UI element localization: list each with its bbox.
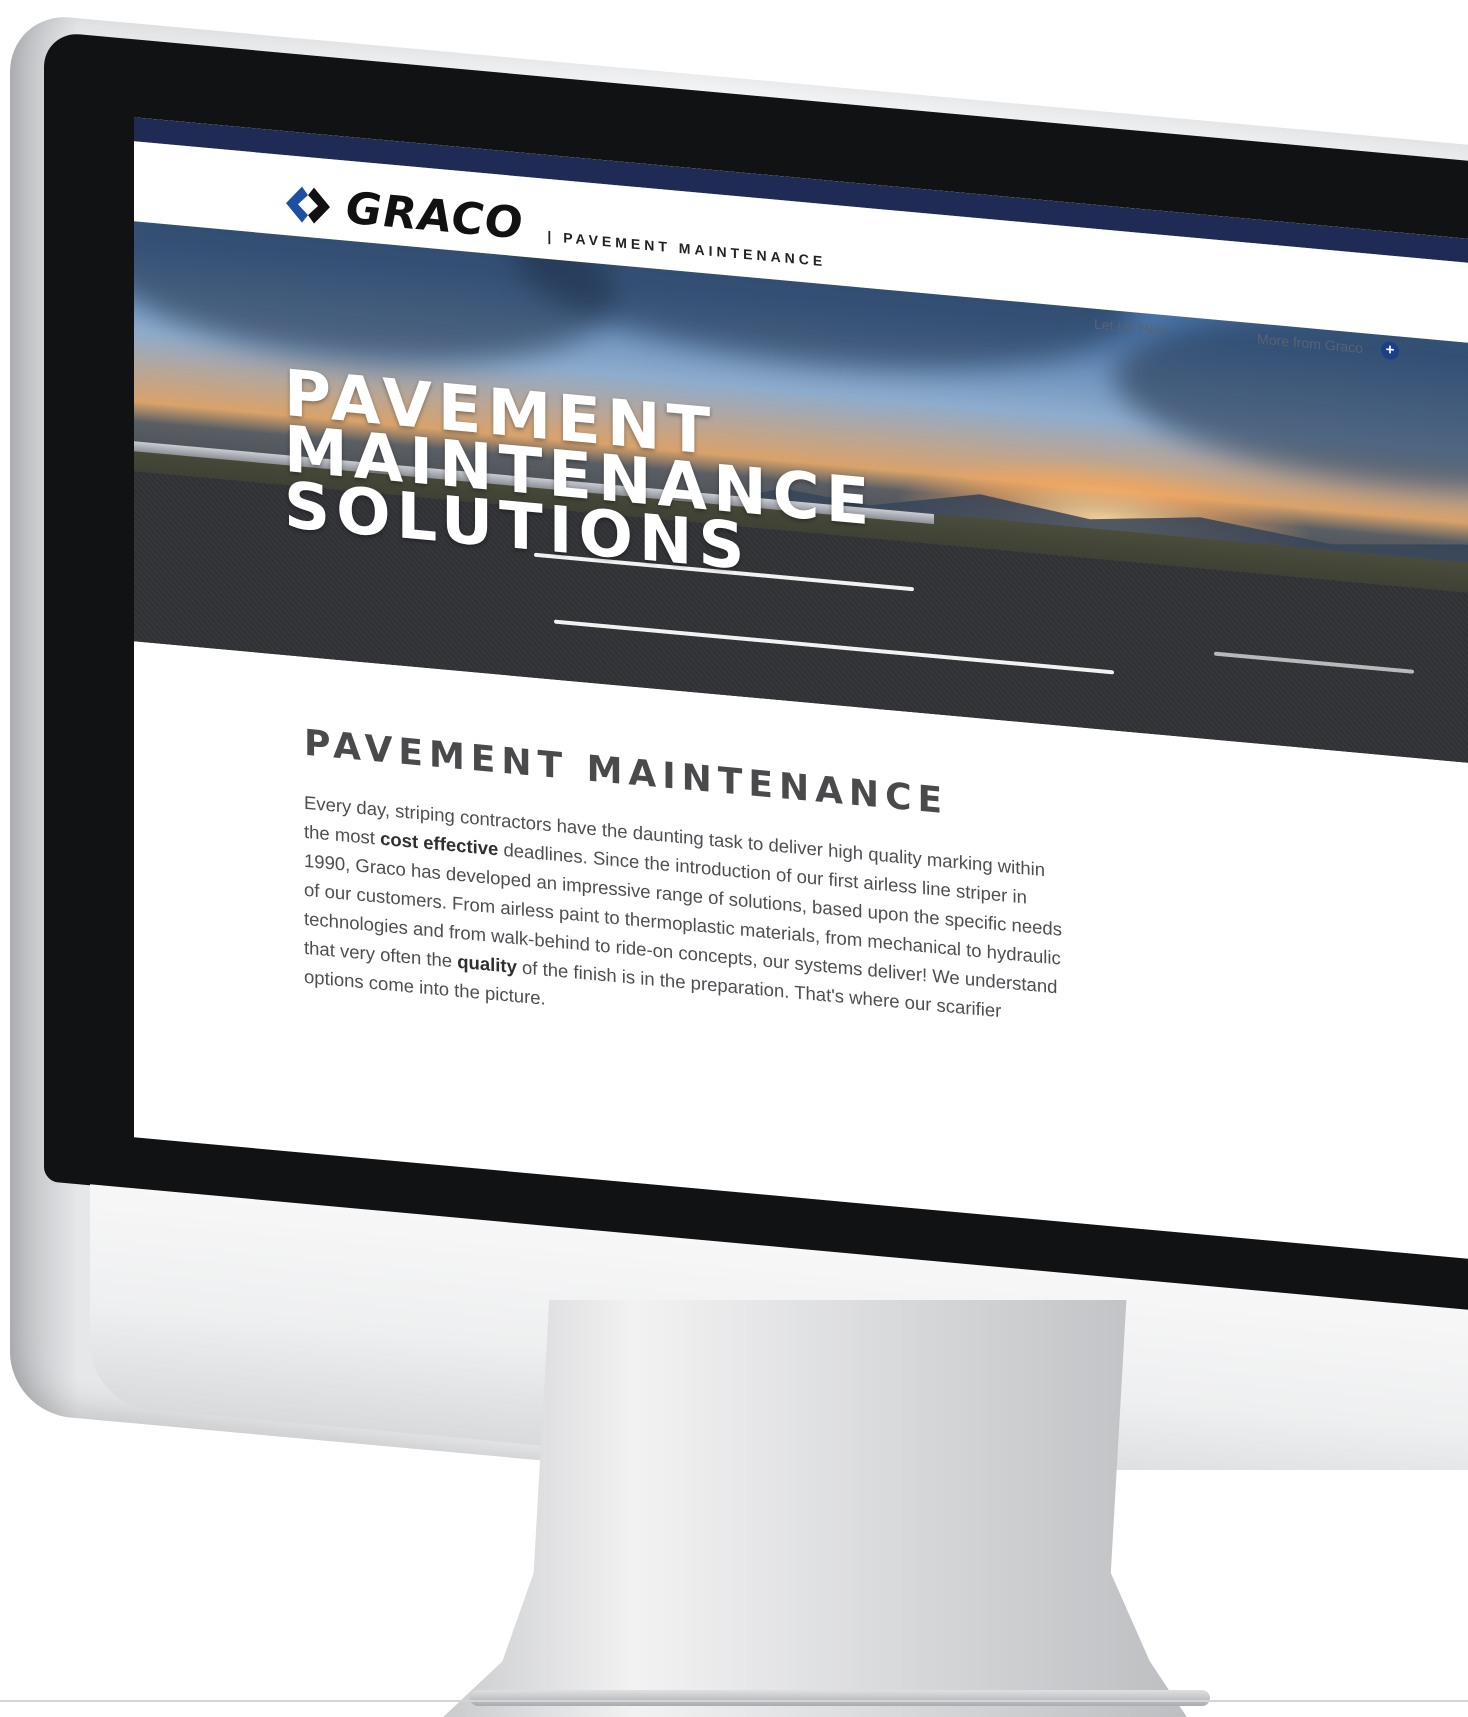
intro-section: PAVEMENT MAINTENANCE Every day, striping… <box>304 723 1064 1060</box>
plus-circle-icon[interactable]: + <box>1380 340 1399 361</box>
graco-arrows-logo-icon <box>284 182 332 226</box>
monitor-bezel: GRACO | PAVEMENT MAINTENANCE Let Us Help… <box>44 31 1468 1336</box>
monitor-stand <box>440 1300 1189 1717</box>
intro-paragraph: Every day, striping contractors have the… <box>304 788 1064 1060</box>
monitor-frame: GRACO | PAVEMENT MAINTENANCE Let Us Help… <box>10 12 1468 1470</box>
floor-line <box>0 1700 1468 1702</box>
product-mockup-scene: GRACO | PAVEMENT MAINTENANCE Let Us Help… <box>0 0 1468 1717</box>
paragraph-emphasis: quality <box>457 950 517 978</box>
monitor: GRACO | PAVEMENT MAINTENANCE Let Us Help… <box>0 0 1468 1470</box>
monitor-stand-foot <box>470 1690 1210 1706</box>
paragraph-emphasis: cost effective <box>380 827 499 860</box>
website-screen: GRACO | PAVEMENT MAINTENANCE Let Us Help… <box>134 117 1468 1283</box>
